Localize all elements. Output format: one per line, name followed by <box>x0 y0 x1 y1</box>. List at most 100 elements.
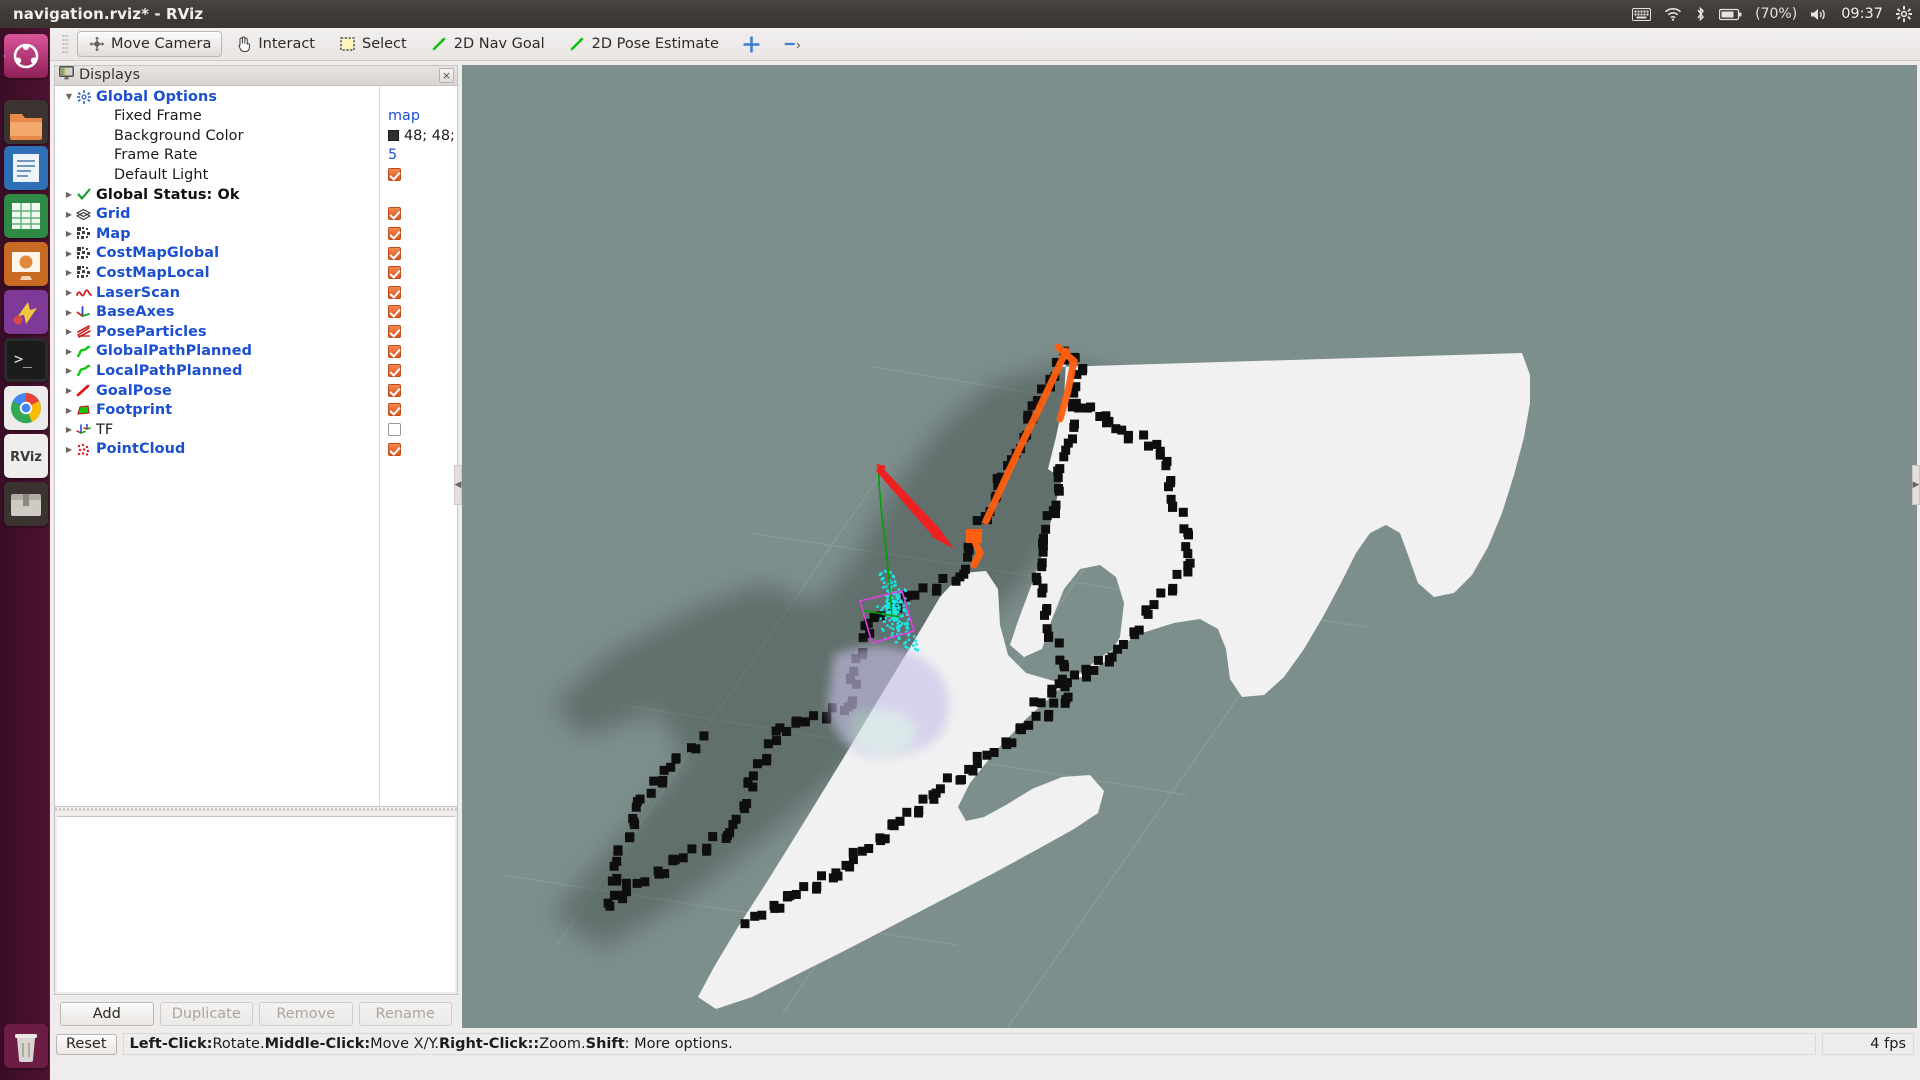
tree-item-value[interactable]: map <box>388 108 420 124</box>
visibility-checkbox[interactable] <box>388 422 401 436</box>
tree-row-map[interactable]: Map <box>55 226 457 242</box>
right-splitter-handle[interactable]: ▶ <box>1912 465 1920 505</box>
color-swatch[interactable] <box>388 129 399 141</box>
launcher-item-ubuntu-dash[interactable] <box>4 34 48 78</box>
reset-button[interactable]: Reset <box>56 1033 117 1055</box>
visibility-checkbox[interactable] <box>388 226 401 240</box>
expand-arrow-icon[interactable] <box>63 288 75 297</box>
visibility-checkbox[interactable] <box>388 383 401 397</box>
tool-2d-pose-estimate[interactable]: 2D Pose Estimate <box>558 31 730 57</box>
tree-row-background-color[interactable]: Background Color 48; 48; 48 <box>55 128 457 144</box>
tree-row-baseaxes[interactable]: BaseAxes <box>55 304 457 320</box>
tree-row-localpathplanned[interactable]: LocalPathPlanned <box>55 363 457 379</box>
expand-arrow-icon[interactable] <box>63 386 75 395</box>
expand-arrow-icon[interactable] <box>63 406 75 415</box>
displays-tree-scroll[interactable]: Global Options Fixed Frame map Background C… <box>55 85 457 807</box>
pose-array-icon <box>75 324 92 339</box>
tree-row-costmapglobal[interactable]: CostMapGlobal <box>55 245 457 261</box>
tree-row-fixed-frame[interactable]: Fixed Frame map <box>55 108 457 124</box>
visibility-checkbox[interactable] <box>388 168 401 182</box>
tree-row-pointcloud[interactable]: PointCloud <box>55 441 457 457</box>
visibility-checkbox[interactable] <box>388 246 401 260</box>
expand-arrow-icon[interactable] <box>63 308 75 317</box>
displays-panel-titlebar: Displays × <box>55 66 457 86</box>
expand-arrow-icon[interactable] <box>63 347 75 356</box>
tool-interact[interactable]: Interact <box>224 31 326 57</box>
rviz-statusbar: Reset Left-Click: Rotate. Middle-Click: … <box>50 1031 1920 1057</box>
tree-item-label: Global Status: Ok <box>96 186 240 203</box>
expand-arrow-icon[interactable] <box>63 249 75 258</box>
clock-label[interactable]: 09:37 <box>1841 6 1883 22</box>
expand-arrow-icon[interactable] <box>63 327 75 336</box>
tree-row-frame-rate[interactable]: Frame Rate 5 <box>55 147 457 163</box>
tree-row-tf[interactable]: TF <box>55 422 457 438</box>
battery-icon[interactable] <box>1719 8 1742 21</box>
tool-measure[interactable] <box>773 31 812 57</box>
launcher-item-text-editor[interactable] <box>4 146 48 190</box>
visibility-checkbox[interactable] <box>388 266 401 280</box>
tree-item-value[interactable]: 5 <box>388 147 397 163</box>
render-canvas[interactable] <box>462 65 1917 1028</box>
rename-button: Rename <box>358 1002 452 1026</box>
expand-arrow-icon[interactable] <box>63 92 75 101</box>
window-title: navigation.rviz* - RViz <box>13 5 204 23</box>
tool-publish-point[interactable] <box>732 31 771 57</box>
tree-row-footprint[interactable]: Footprint <box>55 402 457 418</box>
system-tray: (70%) 09:37 <box>1632 0 1912 28</box>
expand-arrow-icon[interactable] <box>63 268 75 277</box>
left-splitter-handle[interactable]: ◀ <box>454 465 462 505</box>
tree-row-laserscan[interactable]: LaserScan <box>55 285 457 301</box>
tree-row-grid[interactable]: Grid <box>55 206 457 222</box>
visibility-checkbox[interactable] <box>388 324 401 338</box>
launcher-item-web-browser[interactable] <box>4 386 48 430</box>
close-icon[interactable]: × <box>439 68 454 83</box>
add-button[interactable]: Add <box>60 1002 154 1026</box>
tool-2d-nav-goal[interactable]: 2D Nav Goal <box>420 31 556 57</box>
tree-item-value[interactable]: 48; 48; 48 <box>388 128 457 144</box>
visibility-checkbox[interactable] <box>388 364 401 378</box>
wifi-icon[interactable] <box>1664 7 1682 21</box>
tree-row-global-options[interactable]: Global Options <box>55 89 457 105</box>
color-value-label: 48; 48; 48 <box>404 127 457 144</box>
tool-select[interactable]: Select <box>328 31 418 57</box>
visibility-checkbox[interactable] <box>388 285 401 299</box>
visibility-checkbox[interactable] <box>388 207 401 221</box>
launcher-item-files-manager[interactable] <box>4 100 48 144</box>
gear-icon[interactable] <box>1896 6 1912 22</box>
tree-row-costmaplocal[interactable]: CostMapLocal <box>55 265 457 281</box>
launcher-item-spreadsheet[interactable] <box>4 194 48 238</box>
displays-tree[interactable]: Global Options Fixed Frame map Background C… <box>55 85 457 808</box>
launcher-item-rviz[interactable]: RViz <box>4 434 48 478</box>
toolbar-grip[interactable] <box>62 34 69 54</box>
rviz-3d-render-view[interactable] <box>462 65 1917 1028</box>
expand-arrow-icon[interactable] <box>63 366 75 375</box>
tree-row-poseparticles[interactable]: PoseParticles <box>55 324 457 340</box>
visibility-checkbox[interactable] <box>388 442 401 456</box>
expand-arrow-icon[interactable] <box>63 229 75 238</box>
rviz-main-window: Move Camera Interact Select 2D Nav Goal <box>50 28 1920 1080</box>
battery-percent-label: (70%) <box>1755 6 1798 22</box>
volume-icon[interactable] <box>1810 7 1828 22</box>
launcher-item-terminal[interactable]: >_ <box>4 338 48 382</box>
nav-goal-arrow-icon <box>431 36 448 53</box>
bluetooth-icon[interactable] <box>1695 6 1706 22</box>
tree-row-globalpathplanned[interactable]: GlobalPathPlanned <box>55 343 457 359</box>
visibility-checkbox[interactable] <box>388 344 401 358</box>
launcher-item-archive-manager[interactable] <box>4 482 48 526</box>
displays-panel-buttons: Add Duplicate Remove Rename <box>54 1000 458 1028</box>
expand-arrow-icon[interactable] <box>63 190 75 199</box>
launcher-item-presentation[interactable] <box>4 242 48 286</box>
expand-arrow-icon[interactable] <box>63 445 75 454</box>
tree-row-default-light[interactable]: Default Light <box>55 167 457 183</box>
keyboard-icon[interactable] <box>1632 7 1652 21</box>
visibility-checkbox[interactable] <box>388 305 401 319</box>
expand-arrow-icon[interactable] <box>63 210 75 219</box>
tool-2d-pose-estimate-label: 2D Pose Estimate <box>591 36 719 52</box>
tool-move-camera[interactable]: Move Camera <box>77 31 223 57</box>
tree-row-global-status-ok[interactable]: Global Status: Ok <box>55 187 457 203</box>
launcher-item-software-updater[interactable] <box>4 290 48 334</box>
launcher-item-trash[interactable] <box>4 1024 48 1068</box>
expand-arrow-icon[interactable] <box>63 425 75 434</box>
visibility-checkbox[interactable] <box>388 403 401 417</box>
tree-row-goalpose[interactable]: GoalPose <box>55 383 457 399</box>
